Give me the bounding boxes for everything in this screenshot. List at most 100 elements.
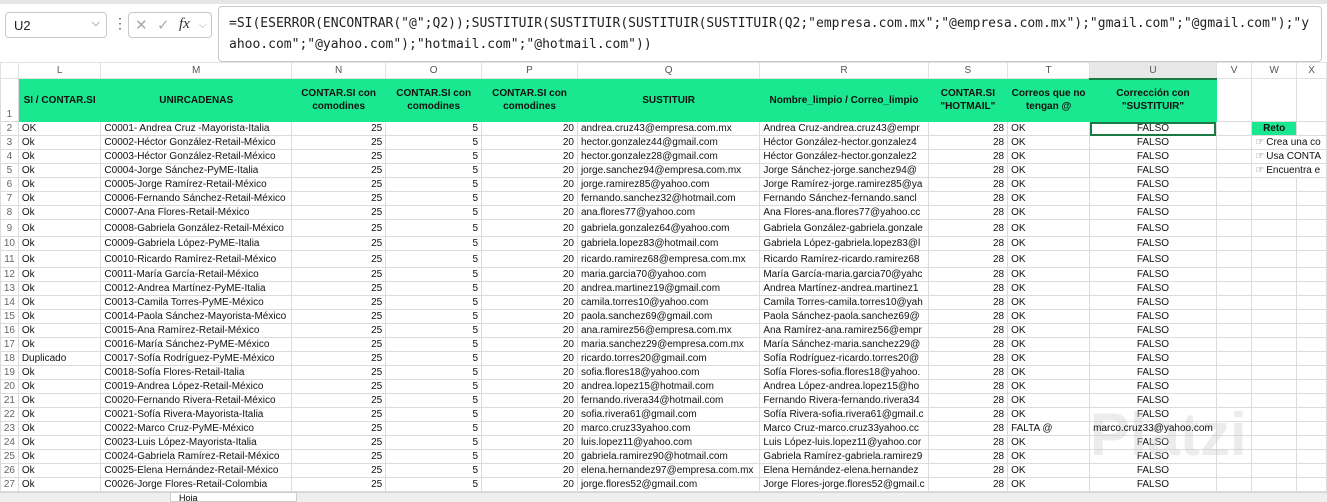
cell-S[interactable]: 28 bbox=[927, 121, 1009, 136]
cell-P[interactable]: 20 bbox=[481, 449, 578, 464]
cell-S[interactable]: 28 bbox=[927, 163, 1009, 178]
sheet-tab[interactable]: Hoja bbox=[170, 492, 297, 502]
cell-M[interactable]: C0025-Elena Hernández-Retail-México bbox=[100, 463, 293, 478]
cell-Q[interactable]: camila.torres10@yahoo.com bbox=[576, 295, 761, 310]
column-header-O[interactable]: O bbox=[385, 62, 483, 79]
cell-Q[interactable]: fernando.rivera34@hotmail.com bbox=[576, 393, 761, 408]
cell-S[interactable]: 28 bbox=[927, 379, 1009, 394]
row-header[interactable]: 9 bbox=[0, 219, 19, 237]
cell-W[interactable] bbox=[1251, 435, 1298, 450]
cell-L[interactable]: Ok bbox=[17, 421, 102, 436]
cell-X[interactable] bbox=[1296, 379, 1327, 394]
cell-R[interactable]: Andrea Martínez-andrea.martinez1 bbox=[759, 281, 929, 296]
column-header-R[interactable]: R bbox=[759, 62, 929, 79]
cell-V[interactable] bbox=[1215, 191, 1253, 206]
cell-S[interactable]: 28 bbox=[927, 191, 1009, 206]
cell-U[interactable]: FALSO bbox=[1089, 219, 1217, 237]
cell-Q[interactable]: elena.hernandez97@empresa.com.mx bbox=[576, 463, 761, 478]
column-header-P[interactable]: P bbox=[481, 62, 578, 79]
cell-Q[interactable]: sofia.flores18@yahoo.com bbox=[576, 365, 761, 380]
cell-T[interactable]: OK bbox=[1007, 135, 1091, 150]
cell-U[interactable]: FALSO bbox=[1089, 236, 1217, 251]
cell-W[interactable] bbox=[1251, 477, 1298, 492]
cell-N[interactable]: 25 bbox=[291, 309, 387, 324]
cell-P[interactable]: 20 bbox=[481, 205, 578, 220]
cell-S[interactable]: 28 bbox=[927, 337, 1009, 352]
cell-U[interactable]: FALSO bbox=[1089, 337, 1217, 352]
cell-M[interactable]: C0021-Sofía Rivera-Mayorista-Italia bbox=[100, 407, 293, 422]
cell-X[interactable] bbox=[1296, 337, 1327, 352]
cell-V[interactable] bbox=[1215, 351, 1253, 366]
cell-W[interactable] bbox=[1251, 236, 1298, 251]
cell-O[interactable]: 5 bbox=[385, 421, 483, 436]
cell-M[interactable]: C0018-Sofía Flores-Retail-Italia bbox=[100, 365, 293, 380]
cell-T[interactable]: OK bbox=[1007, 393, 1091, 408]
cell-T[interactable]: OK bbox=[1007, 449, 1091, 464]
cell-Q[interactable]: andrea.martinez19@gmail.com bbox=[576, 281, 761, 296]
cell-L[interactable]: Ok bbox=[17, 177, 102, 192]
cell-P[interactable]: 20 bbox=[481, 135, 578, 150]
column-header-Q[interactable]: Q bbox=[576, 62, 761, 79]
cell-M[interactable]: C0002-Héctor González-Retail-México bbox=[100, 135, 293, 150]
cell-V[interactable] bbox=[1215, 477, 1253, 492]
cell-S[interactable]: 28 bbox=[927, 250, 1009, 268]
cell-L[interactable]: OK bbox=[17, 121, 102, 136]
cell-L[interactable]: Ok bbox=[17, 267, 102, 282]
cell-O[interactable]: 5 bbox=[385, 393, 483, 408]
row-header[interactable]: 2 bbox=[0, 121, 19, 136]
cell-U[interactable]: FALSO bbox=[1089, 267, 1217, 282]
cell-X[interactable] bbox=[1296, 309, 1327, 324]
cell-M[interactable]: C0005-Jorge Ramírez-Retail-México bbox=[100, 177, 293, 192]
cell-U[interactable]: FALSO bbox=[1089, 323, 1217, 338]
cell-T[interactable]: OK bbox=[1007, 463, 1091, 478]
cell-M[interactable]: C0015-Ana Ramírez-Retail-México bbox=[100, 323, 293, 338]
cell-S[interactable]: 28 bbox=[927, 281, 1009, 296]
cell-U[interactable]: FALSO bbox=[1089, 281, 1217, 296]
cell-T[interactable]: OK bbox=[1007, 323, 1091, 338]
cell-M[interactable]: C0016-María Sánchez-PyME-México bbox=[100, 337, 293, 352]
cell-N[interactable]: 25 bbox=[291, 393, 387, 408]
cell-T[interactable]: OK bbox=[1007, 379, 1091, 394]
cell-T[interactable]: OK bbox=[1007, 205, 1091, 220]
column-header-U[interactable]: U bbox=[1089, 62, 1217, 80]
cell-Q[interactable]: hector.gonzalez44@gmail.com bbox=[576, 135, 761, 150]
cell-W[interactable] bbox=[1251, 281, 1298, 296]
cell-V[interactable] bbox=[1215, 163, 1253, 178]
cell-L[interactable]: Ok bbox=[17, 205, 102, 220]
cell-R[interactable]: Héctor González-hector.gonzalez4 bbox=[759, 135, 929, 150]
cell-U[interactable]: FALSO bbox=[1089, 177, 1217, 192]
row-header[interactable]: 15 bbox=[0, 309, 19, 324]
formula-bar[interactable]: =SI(ESERROR(ENCONTRAR("@";Q2));SUSTITUIR… bbox=[218, 6, 1322, 62]
cell-R[interactable]: Fernando Sánchez-fernando.sancl bbox=[759, 191, 929, 206]
cell-M[interactable]: C0020-Fernando Rivera-Retail-México bbox=[100, 393, 293, 408]
cell-N[interactable]: 25 bbox=[291, 250, 387, 268]
cell-S[interactable]: 28 bbox=[927, 236, 1009, 251]
cell-S[interactable]: 28 bbox=[927, 177, 1009, 192]
cell-W[interactable] bbox=[1251, 267, 1298, 282]
column-header-L[interactable]: L bbox=[17, 62, 102, 79]
cell-V[interactable] bbox=[1215, 407, 1253, 422]
cell-M[interactable]: C0006-Fernando Sánchez-Retail-México bbox=[100, 191, 293, 206]
cell-V[interactable] bbox=[1215, 121, 1253, 136]
cell-S[interactable]: 28 bbox=[927, 135, 1009, 150]
cell-T[interactable]: OK bbox=[1007, 121, 1091, 136]
cell-L[interactable]: Ok bbox=[17, 191, 102, 206]
cell-P[interactable]: 20 bbox=[481, 281, 578, 296]
cell-P[interactable]: 20 bbox=[481, 163, 578, 178]
cell-O[interactable]: 5 bbox=[385, 379, 483, 394]
cell-U[interactable]: FALSO bbox=[1089, 393, 1217, 408]
cell-R[interactable]: Luis López-luis.lopez11@yahoo.cor bbox=[759, 435, 929, 450]
cell-P[interactable]: 20 bbox=[481, 351, 578, 366]
cell-N[interactable]: 25 bbox=[291, 477, 387, 492]
cell-R[interactable]: Jorge Ramírez-jorge.ramirez85@ya bbox=[759, 177, 929, 192]
cell-R[interactable]: Marco Cruz-marco.cruz33yahoo.cc bbox=[759, 421, 929, 436]
row-header[interactable]: 8 bbox=[0, 205, 19, 220]
column-header-V[interactable]: V bbox=[1215, 62, 1253, 79]
row-header[interactable]: 12 bbox=[0, 267, 19, 282]
row-header[interactable]: 6 bbox=[0, 177, 19, 192]
cell-W[interactable] bbox=[1251, 407, 1298, 422]
cell-T[interactable]: OK bbox=[1007, 435, 1091, 450]
cell-R[interactable]: Ana Ramírez-ana.ramirez56@empr bbox=[759, 323, 929, 338]
cell-X[interactable] bbox=[1296, 295, 1327, 310]
name-box[interactable]: U2 ⌵ bbox=[5, 12, 107, 38]
